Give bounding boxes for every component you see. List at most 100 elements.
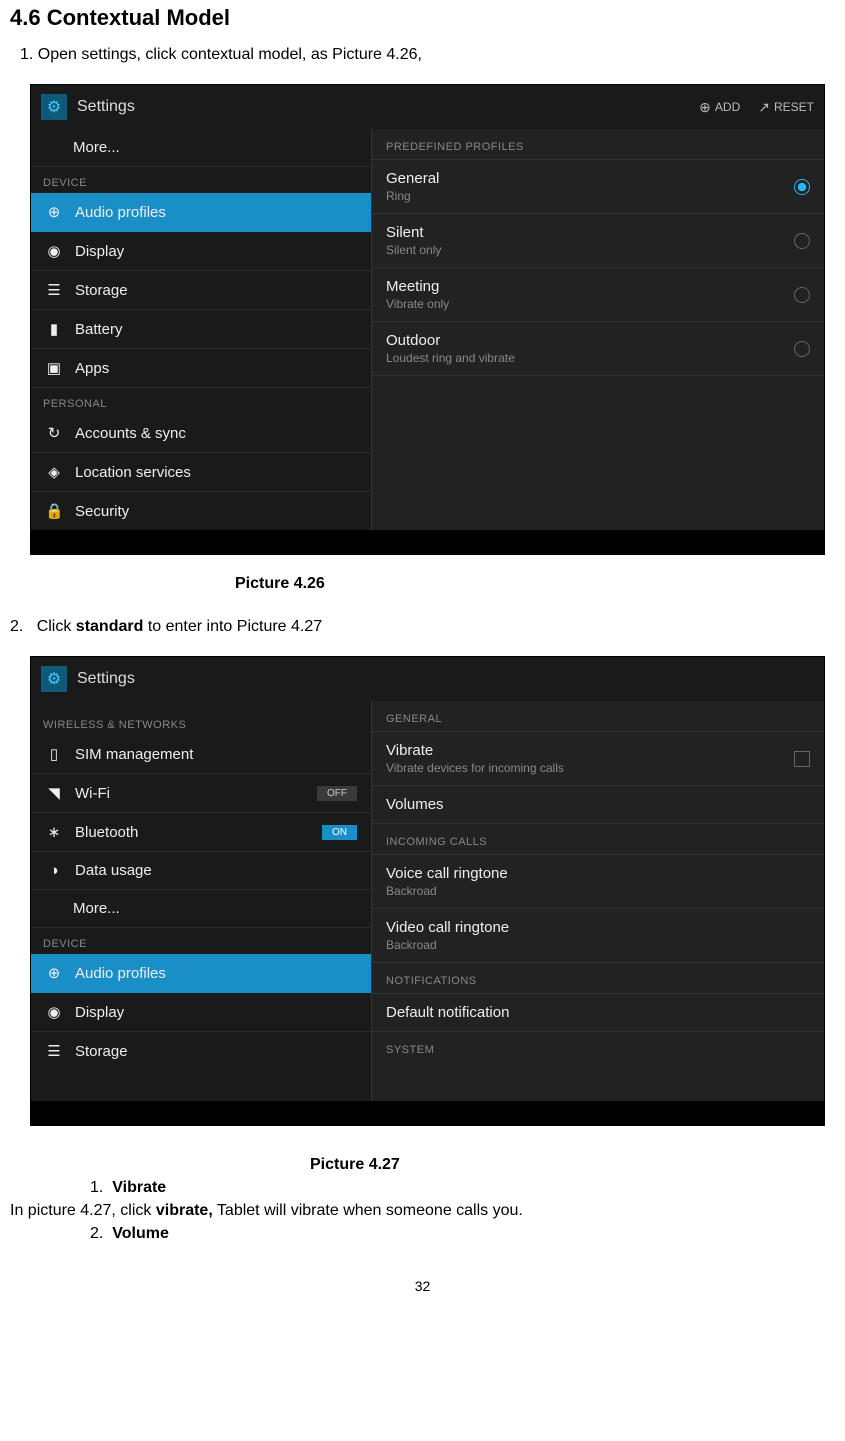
panel-header-notif: NOTIFICATIONS — [372, 963, 824, 994]
outdoor-title: Outdoor — [386, 332, 515, 349]
content-area-2: WIRELESS & NETWORKS ▯ SIM management ◥ W… — [31, 701, 824, 1101]
main-panel: PREDEFINED PROFILES General Ring Silent … — [372, 129, 824, 530]
panel-video-ringtone[interactable]: Video call ringtone Backroad — [372, 909, 824, 963]
sidebar-header-wireless: WIRELESS & NETWORKS — [31, 701, 371, 735]
video-sub: Backroad — [386, 938, 509, 952]
vibrate-checkbox[interactable] — [794, 751, 810, 767]
sidebar-sim[interactable]: ▯ SIM management — [31, 735, 371, 774]
sidebar-wifi[interactable]: ◥ Wi-Fi OFF — [31, 774, 371, 813]
screenshot-1: ⚙ Settings ⊕ ADD ↗ RESET More... DEVICE … — [30, 84, 825, 555]
sidebar-data-usage[interactable]: ◑ Data usage — [31, 852, 371, 890]
radio-meeting[interactable] — [794, 287, 810, 303]
sidebar-more[interactable]: More... — [31, 129, 371, 167]
vibrate-title: Vibrate — [386, 742, 564, 759]
data-label: Data usage — [75, 862, 152, 879]
settings-app-icon: ⚙ — [41, 94, 67, 120]
profile-outdoor[interactable]: Outdoor Loudest ring and vibrate — [372, 322, 824, 376]
panel-header-system: SYSTEM — [372, 1032, 824, 1062]
storage-icon: ☰ — [45, 281, 63, 299]
voice-title: Voice call ringtone — [386, 865, 508, 882]
sidebar-more-2[interactable]: More... — [31, 890, 371, 928]
instruction-1: 1. Open settings, click contextual model… — [20, 46, 835, 64]
reset-icon: ↗ — [758, 99, 770, 116]
titlebar-title-2: Settings — [77, 670, 814, 688]
sidebar-audio-profiles[interactable]: ⊕ Audio profiles — [31, 193, 371, 232]
panel-voice-ringtone[interactable]: Voice call ringtone Backroad — [372, 855, 824, 909]
accounts-label: Accounts & sync — [75, 425, 186, 442]
lock-icon: 🔒 — [45, 502, 63, 520]
sidebar-display[interactable]: ◉ Display — [31, 232, 371, 271]
titlebar-2: ⚙ Settings — [31, 657, 824, 701]
display-icon-2: ◉ — [45, 1003, 63, 1021]
sidebar-bluetooth[interactable]: ∗ Bluetooth ON — [31, 813, 371, 852]
sidebar-storage[interactable]: ☰ Storage — [31, 271, 371, 310]
sidebar-storage-2[interactable]: ☰ Storage — [31, 1032, 371, 1070]
sidebar-accounts[interactable]: ↻ Accounts & sync — [31, 414, 371, 453]
location-icon: ◈ — [45, 463, 63, 481]
meeting-sub: Vibrate only — [386, 297, 449, 311]
panel-volumes[interactable]: Volumes — [372, 786, 824, 824]
radio-silent[interactable] — [794, 233, 810, 249]
sidebar-audio-2[interactable]: ⊕ Audio profiles — [31, 954, 371, 993]
add-button[interactable]: ⊕ ADD — [699, 99, 740, 116]
pre-text: Click — [37, 618, 76, 635]
settings-app-icon-2: ⚙ — [41, 666, 67, 692]
general-sub: Ring — [386, 189, 439, 203]
bt-toggle[interactable]: ON — [322, 825, 357, 840]
panel-header: PREDEFINED PROFILES — [372, 129, 824, 160]
video-title: Video call ringtone — [386, 919, 509, 936]
bluetooth-icon: ∗ — [45, 823, 63, 841]
volume-label: Volume — [112, 1225, 169, 1242]
plus-icon: ⊕ — [699, 99, 711, 116]
apps-label: Apps — [75, 360, 109, 377]
sidebar-apps[interactable]: ▣ Apps — [31, 349, 371, 388]
sublist-1: 1. Vibrate — [90, 1179, 835, 1197]
data-icon: ◑ — [45, 862, 63, 879]
display-label: Display — [75, 243, 124, 260]
sub-list: 1. Vibrate — [90, 1179, 835, 1197]
reset-label: RESET — [774, 100, 814, 114]
page-number: 32 — [10, 1278, 835, 1294]
radio-general[interactable] — [794, 179, 810, 195]
section-heading: 4.6 Contextual Model — [10, 5, 835, 31]
apps-icon: ▣ — [45, 359, 63, 377]
sidebar-location[interactable]: ◈ Location services — [31, 453, 371, 492]
meeting-title: Meeting — [386, 278, 449, 295]
volumes-title: Volumes — [386, 796, 444, 813]
storage-label-2: Storage — [75, 1043, 128, 1060]
add-label: ADD — [715, 100, 740, 114]
sidebar-battery[interactable]: ▮ Battery — [31, 310, 371, 349]
panel-vibrate[interactable]: Vibrate Vibrate devices for incoming cal… — [372, 732, 824, 786]
nav-bar-2 — [31, 1101, 824, 1125]
content-area: More... DEVICE ⊕ Audio profiles ◉ Displa… — [31, 129, 824, 530]
radio-outdoor[interactable] — [794, 341, 810, 357]
silent-sub: Silent only — [386, 243, 441, 257]
display-icon: ◉ — [45, 242, 63, 260]
audio-label-2: Audio profiles — [75, 965, 166, 982]
sync-icon: ↻ — [45, 424, 63, 442]
reset-button[interactable]: ↗ RESET — [758, 99, 814, 116]
storage-label: Storage — [75, 282, 128, 299]
sidebar-security[interactable]: 🔒 Security — [31, 492, 371, 530]
num-2: 2. — [10, 618, 23, 635]
wifi-toggle[interactable]: OFF — [317, 786, 357, 801]
sim-icon: ▯ — [45, 745, 63, 763]
panel-default-notif[interactable]: Default notification — [372, 994, 824, 1032]
sidebar-header-device: DEVICE — [31, 167, 371, 193]
voice-sub: Backroad — [386, 884, 508, 898]
audio-icon-2: ⊕ — [45, 964, 63, 982]
vibrate-label: Vibrate — [112, 1179, 166, 1196]
general-title: General — [386, 170, 439, 187]
default-notif-title: Default notification — [386, 1004, 509, 1021]
titlebar: ⚙ Settings ⊕ ADD ↗ RESET — [31, 85, 824, 129]
screenshot-2: ⚙ Settings WIRELESS & NETWORKS ▯ SIM man… — [30, 656, 825, 1126]
vibrate-sub: Vibrate devices for incoming calls — [386, 761, 564, 775]
wifi-icon: ◥ — [45, 784, 63, 802]
profile-silent[interactable]: Silent Silent only — [372, 214, 824, 268]
profile-general[interactable]: General Ring — [372, 160, 824, 214]
sidebar-display-2[interactable]: ◉ Display — [31, 993, 371, 1032]
bold-standard: standard — [76, 618, 144, 635]
n1: 1. — [90, 1179, 103, 1196]
caption-1: Picture 4.26 — [235, 575, 835, 593]
profile-meeting[interactable]: Meeting Vibrate only — [372, 268, 824, 322]
